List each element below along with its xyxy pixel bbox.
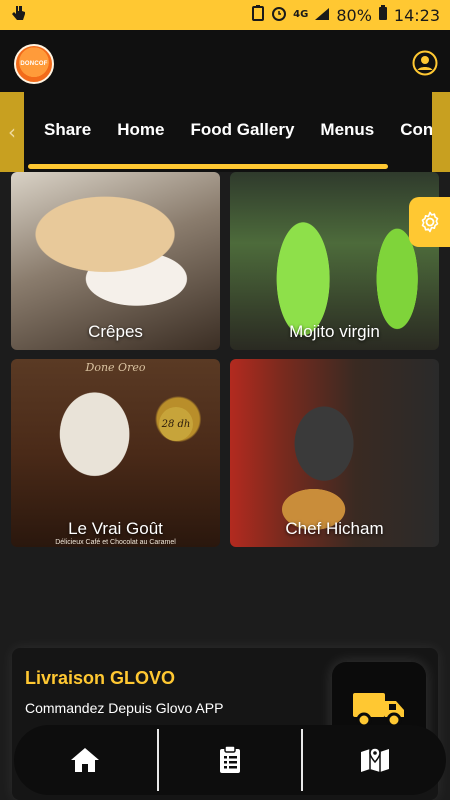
- gear-icon: [421, 211, 438, 233]
- clock: 14:23: [393, 5, 440, 25]
- touch-icon: [10, 4, 26, 26]
- alarm-icon: [271, 5, 287, 25]
- battery-percent: 80%: [336, 5, 372, 25]
- user-icon: [412, 50, 438, 76]
- status-bar: 4G 80% 14:23: [0, 0, 450, 30]
- clipboard-icon: [220, 746, 240, 773]
- gallery-card-crepes[interactable]: Crêpes: [11, 172, 220, 350]
- tab-menus[interactable]: Menus: [320, 120, 374, 140]
- card-subtitle: Délicieux Café et Chocolat au Caramel: [55, 539, 176, 546]
- gallery-card-vrai-gout[interactable]: Done Oreo 28 dh Le Vrai Goût Délicieux C…: [11, 359, 220, 547]
- nav-scroll-indicator: [28, 164, 388, 169]
- scroll-right-button[interactable]: [432, 92, 450, 172]
- card-label: Le Vrai Goût: [68, 519, 163, 538]
- battery-saver-icon: [251, 5, 265, 25]
- chevron-left-icon: ‹: [8, 120, 16, 144]
- truck-icon: [353, 693, 404, 728]
- scroll-left-button[interactable]: ‹: [0, 92, 24, 172]
- logo-text: DONCOF: [20, 61, 48, 67]
- bottom-nav-home[interactable]: [14, 725, 157, 795]
- glovo-title: Livraison GLOVO: [25, 668, 176, 688]
- price-badge: 28 dh: [159, 407, 193, 441]
- gallery-card-chef[interactable]: Chef Hicham: [230, 359, 439, 547]
- battery-icon: [378, 5, 388, 25]
- bottom-nav-map[interactable]: [303, 725, 446, 795]
- bottom-navigation: [14, 725, 446, 795]
- top-navigation: ‹ Share Home Food Gallery Menus Conta: [0, 92, 450, 172]
- brand-logo[interactable]: DONCOF: [14, 44, 54, 84]
- nav-tabs: Share Home Food Gallery Menus Conta: [44, 120, 448, 140]
- tab-share[interactable]: Share: [44, 120, 91, 140]
- app-header: DONCOF: [0, 30, 450, 92]
- tab-home[interactable]: Home: [117, 120, 164, 140]
- card-label: Mojito virgin: [289, 322, 380, 341]
- home-icon: [71, 748, 100, 772]
- image-title: Done Oreo: [85, 361, 146, 374]
- card-label: Chef Hicham: [285, 519, 384, 538]
- card-label: Crêpes: [88, 322, 143, 341]
- glovo-subtitle: Commandez Depuis Glovo APP: [25, 700, 224, 716]
- signal-icon: [314, 6, 330, 25]
- network-type: 4G: [293, 9, 309, 20]
- user-account-button[interactable]: [412, 50, 438, 76]
- tab-food-gallery[interactable]: Food Gallery: [190, 120, 294, 140]
- gallery-card-mojito[interactable]: Mojito virgin: [230, 172, 439, 350]
- settings-button[interactable]: [409, 197, 450, 247]
- map-icon: [360, 747, 389, 772]
- bottom-nav-menu[interactable]: [159, 725, 302, 795]
